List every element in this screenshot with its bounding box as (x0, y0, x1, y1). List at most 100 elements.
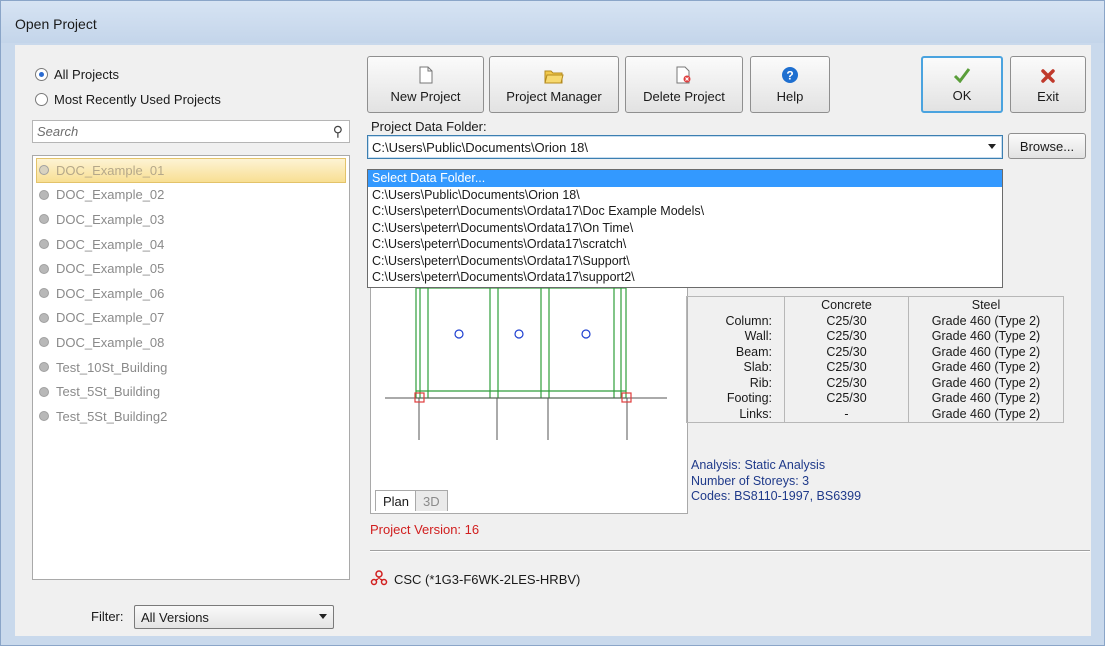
project-list-item[interactable]: DOC_Example_01 (36, 158, 346, 183)
chevron-down-icon (988, 144, 996, 149)
radio-all-projects[interactable]: All Projects (35, 67, 119, 82)
materials-cell: Column: (725, 313, 772, 328)
browse-button[interactable]: Browse... (1008, 133, 1086, 159)
project-status-icon (39, 288, 49, 299)
project-list-item[interactable]: Test_10St_Building (33, 355, 349, 380)
concrete-column: Concrete C25/30 C25/30 C25/30 C25/30 C25/30 C2… (784, 296, 909, 423)
materials-cell: C25/30 (826, 313, 867, 328)
tab-3d[interactable]: 3D (415, 490, 448, 511)
project-name: Test_10St_Building (56, 359, 168, 375)
project-name: DOC_Example_01 (56, 162, 165, 178)
project-name: DOC_Example_06 (56, 285, 165, 301)
structure-preview: Plan 3D (370, 288, 688, 514)
filter-label: Filter: (91, 609, 124, 624)
delete-project-button[interactable]: Delete Project (625, 56, 743, 113)
materials-cell: Grade 460 (Type 2) (931, 391, 1041, 405)
project-status-icon (39, 214, 49, 225)
ok-button[interactable]: OK (921, 56, 1003, 113)
project-list-item[interactable]: DOC_Example_06 (33, 281, 349, 306)
filter-value: All Versions (141, 610, 209, 625)
network-icon (370, 570, 388, 589)
project-list-item[interactable]: Test_5St_Building (33, 379, 349, 404)
folder-option[interactable]: C:\Users\Public\Documents\Orion 18\ (368, 187, 1002, 204)
folder-option[interactable]: C:\Users\peterr\Documents\Ordata17\Doc E… (368, 203, 1002, 220)
project-info: Analysis: Static Analysis Number of Stor… (691, 458, 861, 505)
search-icon[interactable]: ⚲ (333, 123, 343, 140)
project-list-item[interactable]: DOC_Example_05 (33, 256, 349, 281)
codes-text: Codes: BS8110-1997, BS6399 (691, 489, 862, 503)
materials-cell: C25/30 (826, 391, 867, 405)
new-document-icon (419, 64, 433, 84)
radio-unselected-icon (35, 93, 48, 106)
project-version: Project Version: 16 (370, 522, 480, 537)
project-manager-button[interactable]: Project Manager (489, 56, 619, 113)
tab-plan[interactable]: Plan (375, 490, 418, 511)
materials-header (687, 298, 772, 314)
materials-cell: Grade 460 (Type 2) (931, 329, 1041, 343)
project-name: DOC_Example_04 (56, 236, 165, 252)
filter-select[interactable]: All Versions (134, 605, 334, 629)
folder-option[interactable]: Select Data Folder... (368, 170, 1002, 187)
radio-all-projects-label: All Projects (54, 67, 120, 82)
new-project-button[interactable]: New Project (367, 56, 484, 113)
materials-header: Concrete (821, 298, 872, 312)
materials-cell: Grade 460 (Type 2) (931, 406, 1041, 421)
radio-selected-icon (35, 68, 48, 81)
materials-cell: Footing: (726, 391, 772, 405)
plan-drawing (385, 288, 667, 440)
checkmark-icon (953, 63, 971, 83)
open-project-window: Open Project All Projects Most Recently … (0, 0, 1105, 646)
project-name: Test_5St_Building2 (56, 408, 168, 424)
exit-button[interactable]: Exit (1010, 56, 1086, 113)
radio-recent-projects[interactable]: Most Recently Used Projects (35, 92, 221, 107)
project-status-icon (39, 263, 49, 274)
materials-cell: Grade 460 (Type 2) (931, 344, 1041, 359)
folder-option[interactable]: C:\Users\peterr\Documents\Ordata17\suppo… (368, 269, 1002, 286)
project-status-icon (39, 386, 49, 397)
project-list-item[interactable]: DOC_Example_08 (33, 330, 349, 355)
materials-cell: C25/30 (826, 360, 867, 374)
materials-cell: Grade 460 (Type 2) (931, 375, 1041, 390)
folder-option[interactable]: C:\Users\peterr\Documents\Ordata17\Suppo… (368, 253, 1002, 270)
folder-select[interactable]: C:\Users\Public\Documents\Orion 18\ (367, 135, 1003, 159)
materials-cell: Links: (739, 406, 772, 421)
folder-icon (544, 64, 564, 84)
help-label: Help (776, 89, 804, 104)
materials-cell: C25/30 (826, 375, 867, 390)
project-name: DOC_Example_02 (56, 187, 165, 203)
delete-project-label: Delete Project (643, 89, 725, 104)
dialog-client: All Projects Most Recently Used Projects… (15, 45, 1091, 636)
project-list[interactable]: DOC_Example_01 DOC_Example_02 DOC_Example_… (32, 155, 350, 580)
project-manager-label: Project Manager (506, 89, 602, 104)
materials-header: Steel (971, 298, 1001, 312)
project-list-item[interactable]: DOC_Example_02 (33, 183, 349, 208)
new-project-label: New Project (390, 89, 461, 104)
project-list-item[interactable]: DOC_Example_03 (33, 207, 349, 232)
help-button[interactable]: ? Help (750, 56, 830, 113)
folder-dropdown-list[interactable]: Select Data Folder... C:\Users\Public\Doc… (367, 169, 1003, 288)
project-status-icon (39, 239, 49, 250)
project-status-icon (39, 165, 49, 176)
radio-recent-projects-label: Most Recently Used Projects (54, 92, 221, 107)
search-input[interactable]: Search ⚲ (32, 120, 350, 143)
project-name: Test_5St_Building (56, 384, 161, 400)
folder-option[interactable]: C:\Users\peterr\Documents\Ordata17\scrat… (368, 236, 1002, 253)
exit-label: Exit (1037, 89, 1059, 104)
folder-option[interactable]: C:\Users\peterr\Documents\Ordata17\On Ti… (368, 220, 1002, 237)
materials-cell: Grade 460 (Type 2) (931, 360, 1041, 374)
materials-table: Column: Wall: Beam: Slab: Rib: Footing: Links:… (686, 296, 1064, 423)
close-icon (1040, 64, 1056, 84)
materials-cell: Rib: (749, 375, 772, 390)
project-list-item[interactable]: DOC_Example_04 (33, 232, 349, 257)
project-status-icon (39, 189, 49, 200)
folder-label: Project Data Folder: (371, 119, 487, 134)
project-status-icon (39, 411, 49, 422)
help-icon: ? (781, 64, 799, 84)
project-list-item[interactable]: DOC_Example_07 (33, 306, 349, 331)
chevron-down-icon (319, 614, 327, 619)
project-list-item[interactable]: Test_5St_Building2 (33, 404, 349, 429)
search-placeholder: Search (37, 124, 79, 139)
project-status-icon (39, 312, 49, 323)
analysis-text: Analysis: Static Analysis (691, 458, 826, 472)
project-name: DOC_Example_07 (56, 310, 165, 326)
